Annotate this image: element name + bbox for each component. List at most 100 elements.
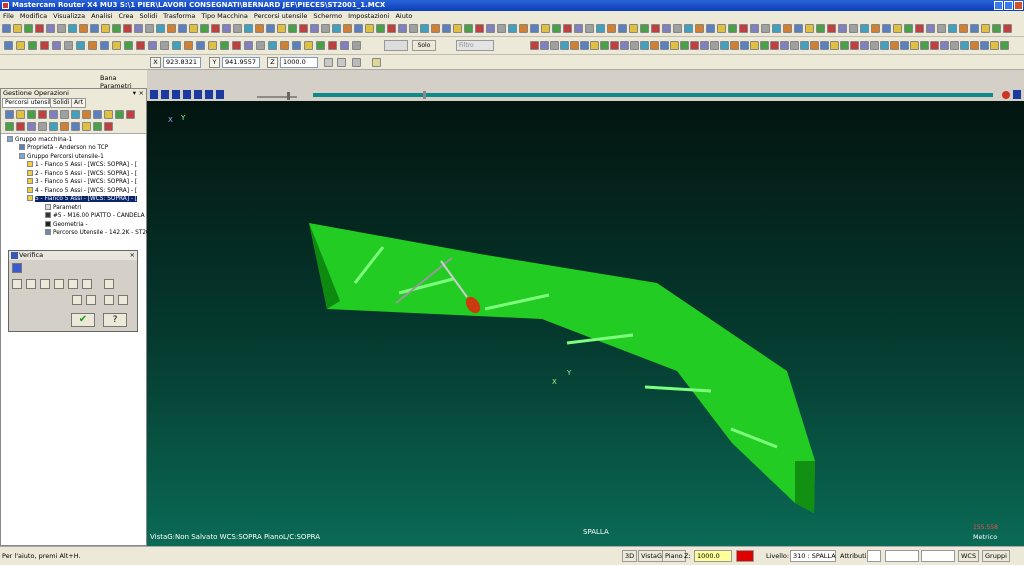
tree-item-op-5[interactable]: 5 - Fianco 5 Assi - [WCS: SOPRA] - [ [27,195,138,203]
verifica-close-icon[interactable]: × [130,251,135,260]
toolbar-icon[interactable] [580,41,589,50]
toolbar-icon[interactable] [1000,41,1009,50]
toolbar-icon[interactable] [112,24,121,33]
operations-tool-icon[interactable] [38,122,47,131]
toolbar-icon[interactable] [442,24,451,33]
toolbar-icon[interactable] [220,41,229,50]
toolbar-icon[interactable] [160,41,169,50]
toolbar-icon[interactable] [13,24,22,33]
menu-impostazioni[interactable]: Impostazioni [345,11,392,21]
operations-tool-icon[interactable] [60,110,69,119]
toolbar-icon[interactable] [88,41,97,50]
toolbar-icon[interactable] [728,24,737,33]
toolbar-icon[interactable] [167,24,176,33]
operations-tool-icon[interactable] [60,122,69,131]
toolbar-icon[interactable] [552,24,561,33]
toolbar-icon[interactable] [959,24,968,33]
toolbar-icon[interactable] [40,41,49,50]
menu-visualizza[interactable]: Visualizza [50,11,88,21]
toolbar-icon[interactable] [148,41,157,50]
z-input[interactable]: 1000.0 [694,550,732,562]
toolbar-icon[interactable] [508,24,517,33]
verifica-tool-3-icon[interactable] [40,279,50,289]
toolbar-icon[interactable] [145,24,154,33]
verifica-help-button[interactable]: ? [103,313,127,327]
toolbar-icon[interactable] [684,24,693,33]
toolbar-icon[interactable] [794,24,803,33]
operations-tool-icon[interactable] [5,110,14,119]
toolbar-icon[interactable] [46,24,55,33]
toolbar-icon[interactable] [805,24,814,33]
operations-tool-icon[interactable] [104,110,113,119]
color-swatch[interactable] [736,550,754,562]
toolbar-icon[interactable] [387,24,396,33]
toolbar-icon[interactable] [530,41,539,50]
toolbar-icon[interactable] [486,24,495,33]
toolbar-icon[interactable] [827,24,836,33]
toolbar-icon[interactable] [68,24,77,33]
operations-tool-icon[interactable] [49,110,58,119]
wcs-button[interactable]: WCS [958,550,980,562]
toolbar-icon[interactable] [830,41,839,50]
toolbar-icon[interactable] [950,41,959,50]
grid-icon[interactable] [352,58,361,67]
lock-icon[interactable] [337,58,346,67]
toolbar-icon[interactable] [970,24,979,33]
toolbar-icon[interactable] [882,24,891,33]
toolbar-icon[interactable] [24,24,33,33]
operations-tool-icon[interactable] [27,110,36,119]
toolbar-icon[interactable] [590,41,599,50]
toolbar-icon[interactable] [596,24,605,33]
toolbar-icon[interactable] [540,41,549,50]
toolbar-icon[interactable] [328,41,337,50]
toolbar-icon[interactable] [690,41,699,50]
toolbar-icon[interactable] [850,41,859,50]
toolbar-icon[interactable] [820,41,829,50]
toolbar-icon[interactable] [810,41,819,50]
verifica-view-1-icon[interactable] [72,295,82,305]
toolbar-icon[interactable] [783,24,792,33]
toolbar-icon[interactable] [453,24,462,33]
menu-crea[interactable]: Crea [115,11,136,21]
toolbar-icon[interactable] [76,41,85,50]
tree-item-op-3[interactable]: 3 - Fianco 5 Assi - [WCS: SOPRA] - [ [27,178,137,186]
toolbar-icon[interactable] [134,24,143,33]
toolbar-icon[interactable] [948,24,957,33]
toolbar-icon[interactable] [816,24,825,33]
playback-controls[interactable] [147,88,1024,101]
fuori-button[interactable] [384,40,408,51]
toolbar-icon[interactable] [629,24,638,33]
toolbar-icon[interactable] [849,24,858,33]
filtro-dropdown[interactable]: Filtro [456,40,494,51]
operations-tool-icon[interactable] [38,110,47,119]
toolbar-icon[interactable] [937,24,946,33]
toolbar-icon[interactable] [790,41,799,50]
toolbar-icon[interactable] [464,24,473,33]
toolbar-icon[interactable] [64,41,73,50]
toolbar-icon[interactable] [710,41,719,50]
menu-percorsi-utensile[interactable]: Percorsi utensile [251,11,310,21]
toolbar-icon[interactable] [4,41,13,50]
toolbar-icon[interactable] [910,41,919,50]
toolbar-icon[interactable] [310,24,319,33]
maximize-button[interactable] [1004,1,1013,10]
piano-button[interactable]: Piano [662,550,686,562]
toolbar-icon[interactable] [838,24,847,33]
toolbar-icon[interactable] [915,24,924,33]
toolbar-icon[interactable] [208,41,217,50]
toolbar-icon[interactable] [288,24,297,33]
tab-solidi[interactable]: Solidi [50,98,73,108]
toolbar-icon[interactable] [409,24,418,33]
toolbar-icon[interactable] [178,24,187,33]
toolbar-icon[interactable] [196,41,205,50]
toolbar-icon[interactable] [651,24,660,33]
verifica-tool-4-icon[interactable] [54,279,64,289]
toolbar-icon[interactable] [920,41,929,50]
tree-item-properties[interactable]: Proprietà - Anderson no TCP [19,144,108,152]
toolbar-icon[interactable] [57,24,66,33]
toolbar-icon[interactable] [900,41,909,50]
menu-schermo[interactable]: Schermo [310,11,345,21]
toolbar-icon[interactable] [136,41,145,50]
toolbar-icon[interactable] [184,41,193,50]
close-button[interactable] [1014,1,1023,10]
